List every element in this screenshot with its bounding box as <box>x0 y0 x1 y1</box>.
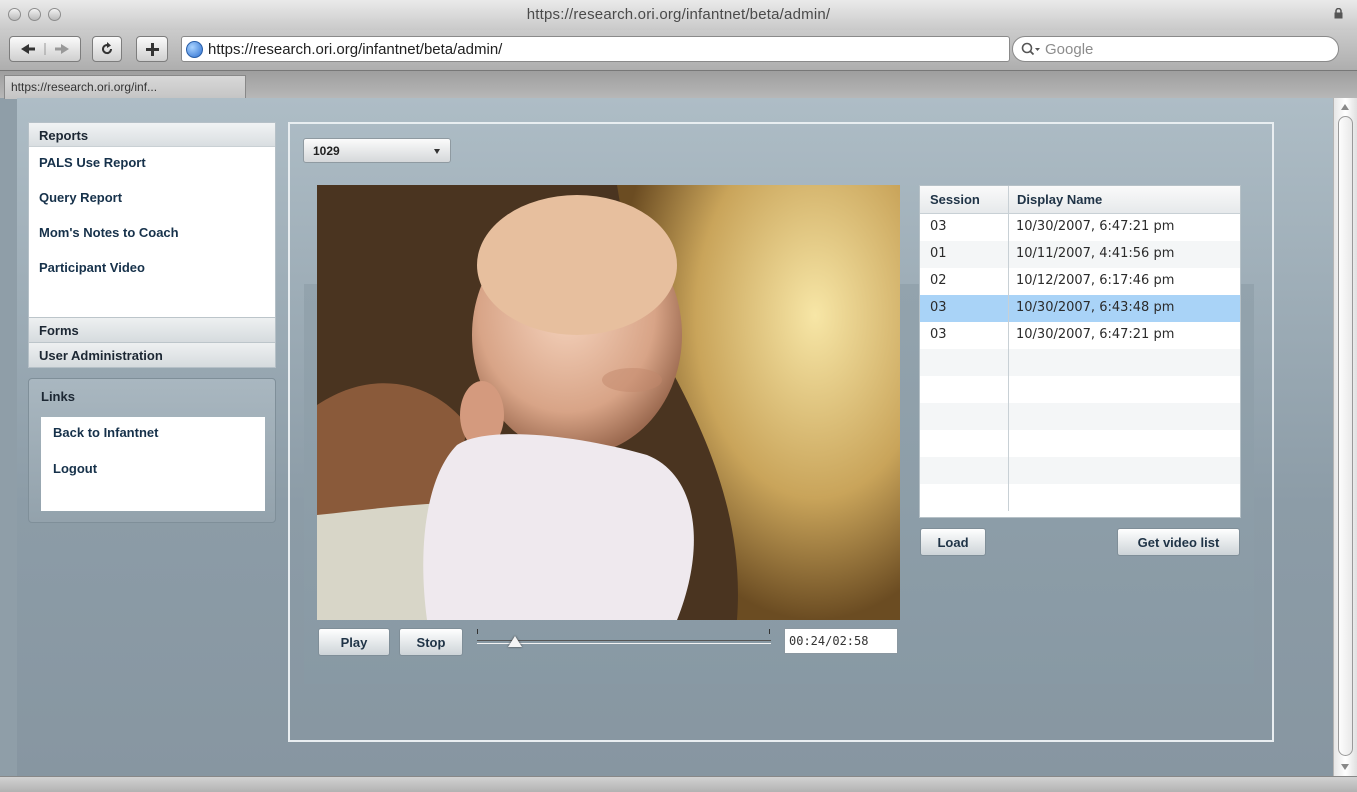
display-name-cell: 10/11/2007, 4:41:56 pm <box>1016 246 1175 261</box>
link-back-to-infantnet[interactable]: Back to Infantnet <box>41 417 265 453</box>
display-name-cell: 10/30/2007, 6:47:21 pm <box>1016 219 1175 234</box>
time-display: 00:24/02:58 <box>784 628 898 654</box>
participant-select-value: 1029 <box>313 144 340 158</box>
session-cell: 02 <box>920 268 1009 295</box>
reload-button[interactable] <box>92 36 122 62</box>
back-forward-icon <box>21 43 69 55</box>
status-bar <box>0 776 1357 792</box>
reports-nav: Reports PALS Use Report Query Report Mom… <box>28 122 276 368</box>
table-header: Session Display Name <box>920 186 1240 214</box>
empty-row <box>920 484 1240 511</box>
scroll-down-icon[interactable] <box>1341 764 1349 770</box>
column-header-display-name[interactable]: Display Name <box>1009 186 1240 213</box>
search-icon <box>1021 42 1040 56</box>
session-table: Session Display Name 03 10/30/2007, 6:47… <box>919 185 1241 518</box>
stop-button[interactable]: Stop <box>399 628 463 656</box>
table-row[interactable]: 03 10/30/2007, 6:47:21 pm <box>920 322 1240 349</box>
scroll-thumb[interactable] <box>1338 116 1353 756</box>
load-button[interactable]: Load <box>920 528 986 556</box>
forms-header[interactable]: Forms <box>29 317 275 342</box>
session-cell: 03 <box>920 295 1009 322</box>
tab-admin[interactable]: https://research.ori.org/inf... <box>4 75 246 99</box>
nav-item-query-report[interactable]: Query Report <box>29 188 275 223</box>
back-forward-buttons[interactable] <box>9 36 81 62</box>
search-field[interactable]: Google <box>1012 36 1339 62</box>
get-video-list-button[interactable]: Get video list <box>1117 528 1240 556</box>
chevron-down-icon <box>434 149 440 154</box>
lock-icon <box>1334 8 1343 19</box>
address-bar[interactable]: https://research.ori.org/infantnet/beta/… <box>181 36 1010 62</box>
nav-item-pals-use-report[interactable]: PALS Use Report <box>29 153 275 188</box>
links-header: Links <box>41 389 75 404</box>
scroll-up-icon[interactable] <box>1341 104 1349 110</box>
table-row[interactable]: 01 10/11/2007, 4:41:56 pm <box>920 241 1240 268</box>
nav-item-moms-notes[interactable]: Mom's Notes to Coach <box>29 223 275 258</box>
address-text: https://research.ori.org/infantnet/beta/… <box>208 40 503 58</box>
slider-end-tick <box>769 629 770 634</box>
links-list: Back to Infantnet Logout <box>41 417 265 511</box>
table-row[interactable]: 03 10/30/2007, 6:47:21 pm <box>920 214 1240 241</box>
display-name-cell: 10/30/2007, 6:47:21 pm <box>1016 327 1175 342</box>
link-logout[interactable]: Logout <box>41 453 265 489</box>
empty-row <box>920 349 1240 376</box>
display-name-cell: 10/12/2007, 6:17:46 pm <box>1016 273 1175 288</box>
search-placeholder: Google <box>1045 40 1094 58</box>
column-header-session[interactable]: Session <box>920 186 1009 213</box>
user-administration-header[interactable]: User Administration <box>29 342 275 367</box>
reload-icon <box>102 42 113 55</box>
session-cell: 03 <box>920 214 1009 241</box>
session-cell: 01 <box>920 241 1009 268</box>
playback-slider-thumb[interactable] <box>507 636 522 647</box>
globe-icon <box>186 40 203 58</box>
window-title: https://research.ori.org/infantnet/beta/… <box>526 6 831 23</box>
vertical-scrollbar[interactable] <box>1333 98 1357 776</box>
video-frame-image <box>317 185 900 620</box>
video-player[interactable] <box>317 185 900 620</box>
nav-item-participant-video[interactable]: Participant Video <box>29 258 275 293</box>
table-row-selected[interactable]: 03 10/30/2007, 6:43:48 pm <box>920 295 1240 322</box>
plus-icon <box>145 42 159 56</box>
tab-bar: https://research.ori.org/inf... <box>0 70 1357 99</box>
table-row[interactable]: 02 10/12/2007, 6:17:46 pm <box>920 268 1240 295</box>
browser-toolbar: https://research.ori.org/infantnet/beta/… <box>0 30 1357 70</box>
play-button[interactable]: Play <box>318 628 390 656</box>
empty-row <box>920 430 1240 457</box>
empty-row <box>920 457 1240 484</box>
add-bookmark-button[interactable] <box>136 36 168 62</box>
empty-row <box>920 376 1240 403</box>
session-cell: 03 <box>920 322 1009 349</box>
window-titlebar: https://research.ori.org/infantnet/beta/… <box>0 0 1357 30</box>
participant-select[interactable]: 1029 <box>303 138 451 163</box>
reports-header[interactable]: Reports <box>29 123 275 147</box>
display-name-cell: 10/30/2007, 6:43:48 pm <box>1016 300 1175 315</box>
slider-start-tick <box>477 629 478 634</box>
links-panel: Links Back to Infantnet Logout <box>28 378 276 523</box>
empty-row <box>920 403 1240 430</box>
